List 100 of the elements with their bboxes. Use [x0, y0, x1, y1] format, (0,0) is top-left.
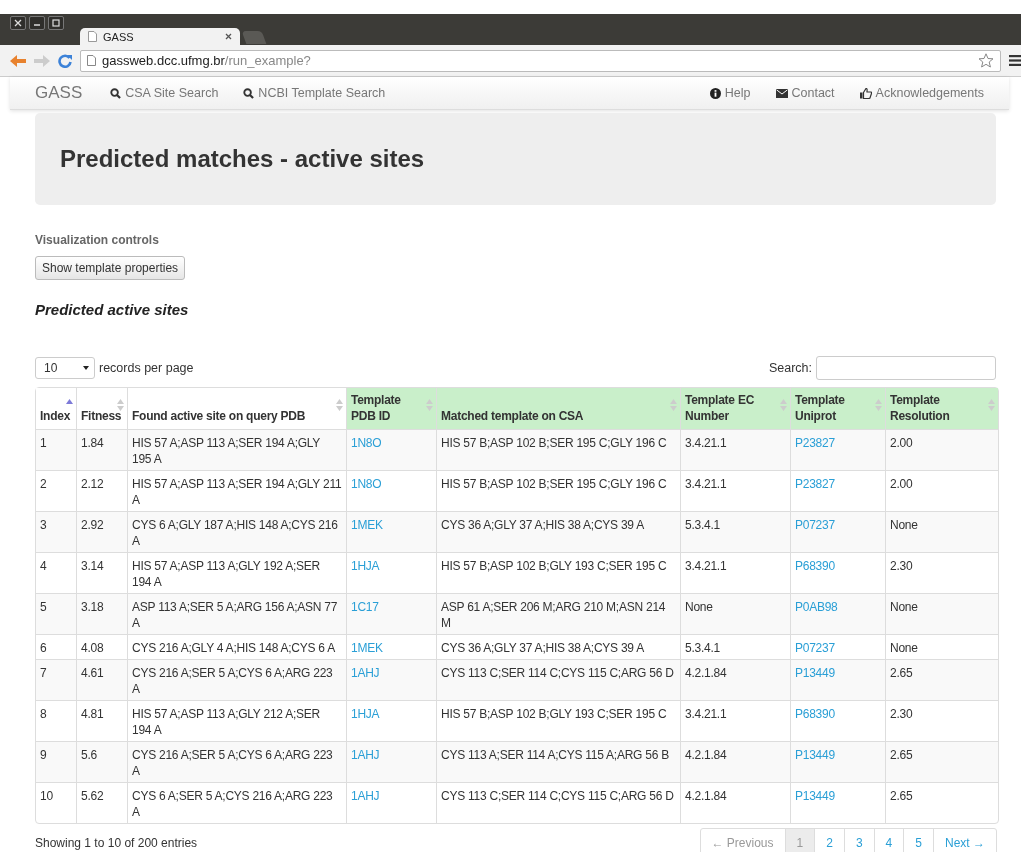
nav-link[interactable]: Contact — [775, 86, 835, 100]
column-header[interactable]: Template PDB ID — [346, 388, 436, 429]
nav-link[interactable]: NCBI Template Search — [243, 86, 386, 100]
table-cell: CYS 113 A;SER 114 A;CYS 115 A;ARG 56 B — [436, 741, 680, 782]
nav-link[interactable]: Help — [709, 86, 751, 100]
column-header[interactable]: Template Uniprot — [790, 388, 885, 429]
dropdown-icon — [83, 366, 89, 370]
page-icon — [87, 55, 96, 66]
sort-ascending-icon — [66, 399, 73, 404]
table-link[interactable]: 1HJA — [351, 559, 380, 573]
search-field[interactable] — [816, 356, 996, 380]
close-icon[interactable] — [225, 33, 232, 40]
sort-icon — [336, 399, 343, 411]
table-cell: 2.92 — [76, 511, 127, 552]
table-link[interactable]: 1MEK — [351, 518, 383, 532]
sort-icon — [426, 399, 433, 411]
table-cell: 2.00 — [885, 429, 998, 470]
table-cell: CYS 113 C;SER 114 C;CYS 115 C;ARG 56 D — [436, 782, 680, 823]
table-link[interactable]: P13449 — [795, 748, 835, 762]
column-header[interactable]: Fitness — [76, 388, 127, 429]
maximize-icon[interactable] — [48, 16, 64, 30]
table-link[interactable]: P68390 — [795, 559, 835, 573]
table-cell: 9 — [36, 741, 76, 782]
table-cell: 2.65 — [885, 659, 998, 700]
menu-icon[interactable] — [1009, 55, 1021, 66]
show-properties-button[interactable]: Show template properties — [35, 256, 186, 280]
page-title: Predicted matches - active sites — [60, 145, 425, 173]
table-cell: CYS 113 C;SER 114 C;CYS 115 C;ARG 56 D — [436, 659, 680, 700]
table-cell: 10 — [36, 782, 76, 823]
section-title: Predicted active sites — [35, 301, 189, 318]
table-link[interactable]: 1AHJ — [351, 666, 380, 680]
reload-icon[interactable] — [58, 53, 72, 68]
star-icon[interactable] — [978, 53, 994, 68]
table-cell: CYS 216 A;SER 5 A;CYS 6 A;ARG 223 A — [127, 741, 346, 782]
sort-icon — [117, 399, 124, 411]
table-link[interactable]: P13449 — [795, 789, 835, 803]
table-link[interactable]: P23827 — [795, 436, 835, 450]
page-link[interactable]: 4 — [873, 829, 904, 852]
minimize-icon[interactable] — [29, 16, 45, 30]
table-cell: 3.4.21.1 — [680, 429, 790, 470]
table-link[interactable]: P07237 — [795, 518, 835, 532]
table-cell: 1 — [36, 429, 76, 470]
table-cell: 5 — [36, 593, 76, 634]
table-cell: None — [680, 593, 790, 634]
sort-icon — [670, 399, 677, 411]
sort-icon — [988, 399, 995, 411]
records-label: records per page — [99, 361, 194, 375]
table-cell: None — [885, 593, 998, 634]
table-cell: 5.3.4.1 — [680, 511, 790, 552]
close-icon[interactable] — [10, 16, 26, 30]
page-link[interactable]: 3 — [843, 829, 874, 852]
table-cell: 3 — [36, 511, 76, 552]
entries-info: Showing 1 to 10 of 200 entries — [35, 836, 198, 850]
search-icon — [243, 87, 255, 99]
table-cell: 5.62 — [76, 782, 127, 823]
table-cell: 1.84 — [76, 429, 127, 470]
page-link[interactable]: Next → — [933, 829, 996, 852]
table-cell: CYS 36 A;GLY 37 A;HIS 38 A;CYS 39 A — [436, 511, 680, 552]
page-link[interactable]: 2 — [814, 829, 844, 852]
table-cell: 2.65 — [885, 741, 998, 782]
nav-link[interactable]: Acknowledgements — [859, 86, 984, 100]
page-size-select[interactable]: 10 — [35, 357, 95, 379]
table-link[interactable]: 1C17 — [351, 600, 379, 614]
table-link[interactable]: 1N8O — [351, 436, 382, 450]
column-header[interactable]: Matched template on CSA — [436, 388, 680, 429]
table-cell: 2.65 — [885, 782, 998, 823]
search-label: Search: — [768, 361, 812, 375]
table-link[interactable]: 1AHJ — [351, 748, 380, 762]
table-link[interactable]: P0AB98 — [795, 600, 838, 614]
sort-icon — [875, 399, 882, 411]
table-link[interactable]: P13449 — [795, 666, 835, 680]
section-label: Visualization controls — [35, 233, 159, 247]
table-link[interactable]: 1N8O — [351, 477, 382, 491]
address-bar[interactable]: gassweb.dcc.ufmg.br/run_example? — [80, 49, 1001, 72]
table-link[interactable]: 1HJA — [351, 707, 380, 721]
table-link[interactable]: P23827 — [795, 477, 835, 491]
nav-link[interactable]: CSA Site Search — [110, 86, 219, 100]
table-cell: HIS 57 B;ASP 102 B;SER 195 C;GLY 196 C — [436, 429, 680, 470]
table-link[interactable]: P07237 — [795, 641, 835, 655]
search-icon — [110, 87, 122, 99]
table-link[interactable]: 1MEK — [351, 641, 383, 655]
back-icon[interactable] — [10, 54, 26, 67]
column-header[interactable]: Found active site on query PDB — [127, 388, 346, 429]
sort-icon — [780, 399, 787, 411]
table-cell: 4.2.1.84 — [680, 741, 790, 782]
table-cell: 4.2.1.84 — [680, 659, 790, 700]
info-icon — [709, 87, 721, 99]
browser-tab[interactable]: GASS — [80, 28, 240, 45]
page-link[interactable]: 1 — [784, 829, 815, 852]
page-icon — [88, 31, 97, 42]
site-brand[interactable]: GASS — [35, 83, 83, 103]
page-link[interactable]: 5 — [903, 829, 933, 852]
table-cell: CYS 6 A;GLY 187 A;HIS 148 A;CYS 216 A — [127, 511, 346, 552]
column-header[interactable]: Template Resolution — [885, 388, 998, 429]
table-cell: 4.2.1.84 — [680, 782, 790, 823]
table-link[interactable]: P68390 — [795, 707, 835, 721]
column-header[interactable]: Template EC Number — [680, 388, 790, 429]
table-link[interactable]: 1AHJ — [351, 789, 380, 803]
table-cell: 7 — [36, 659, 76, 700]
thumbs-up-icon — [859, 87, 872, 99]
